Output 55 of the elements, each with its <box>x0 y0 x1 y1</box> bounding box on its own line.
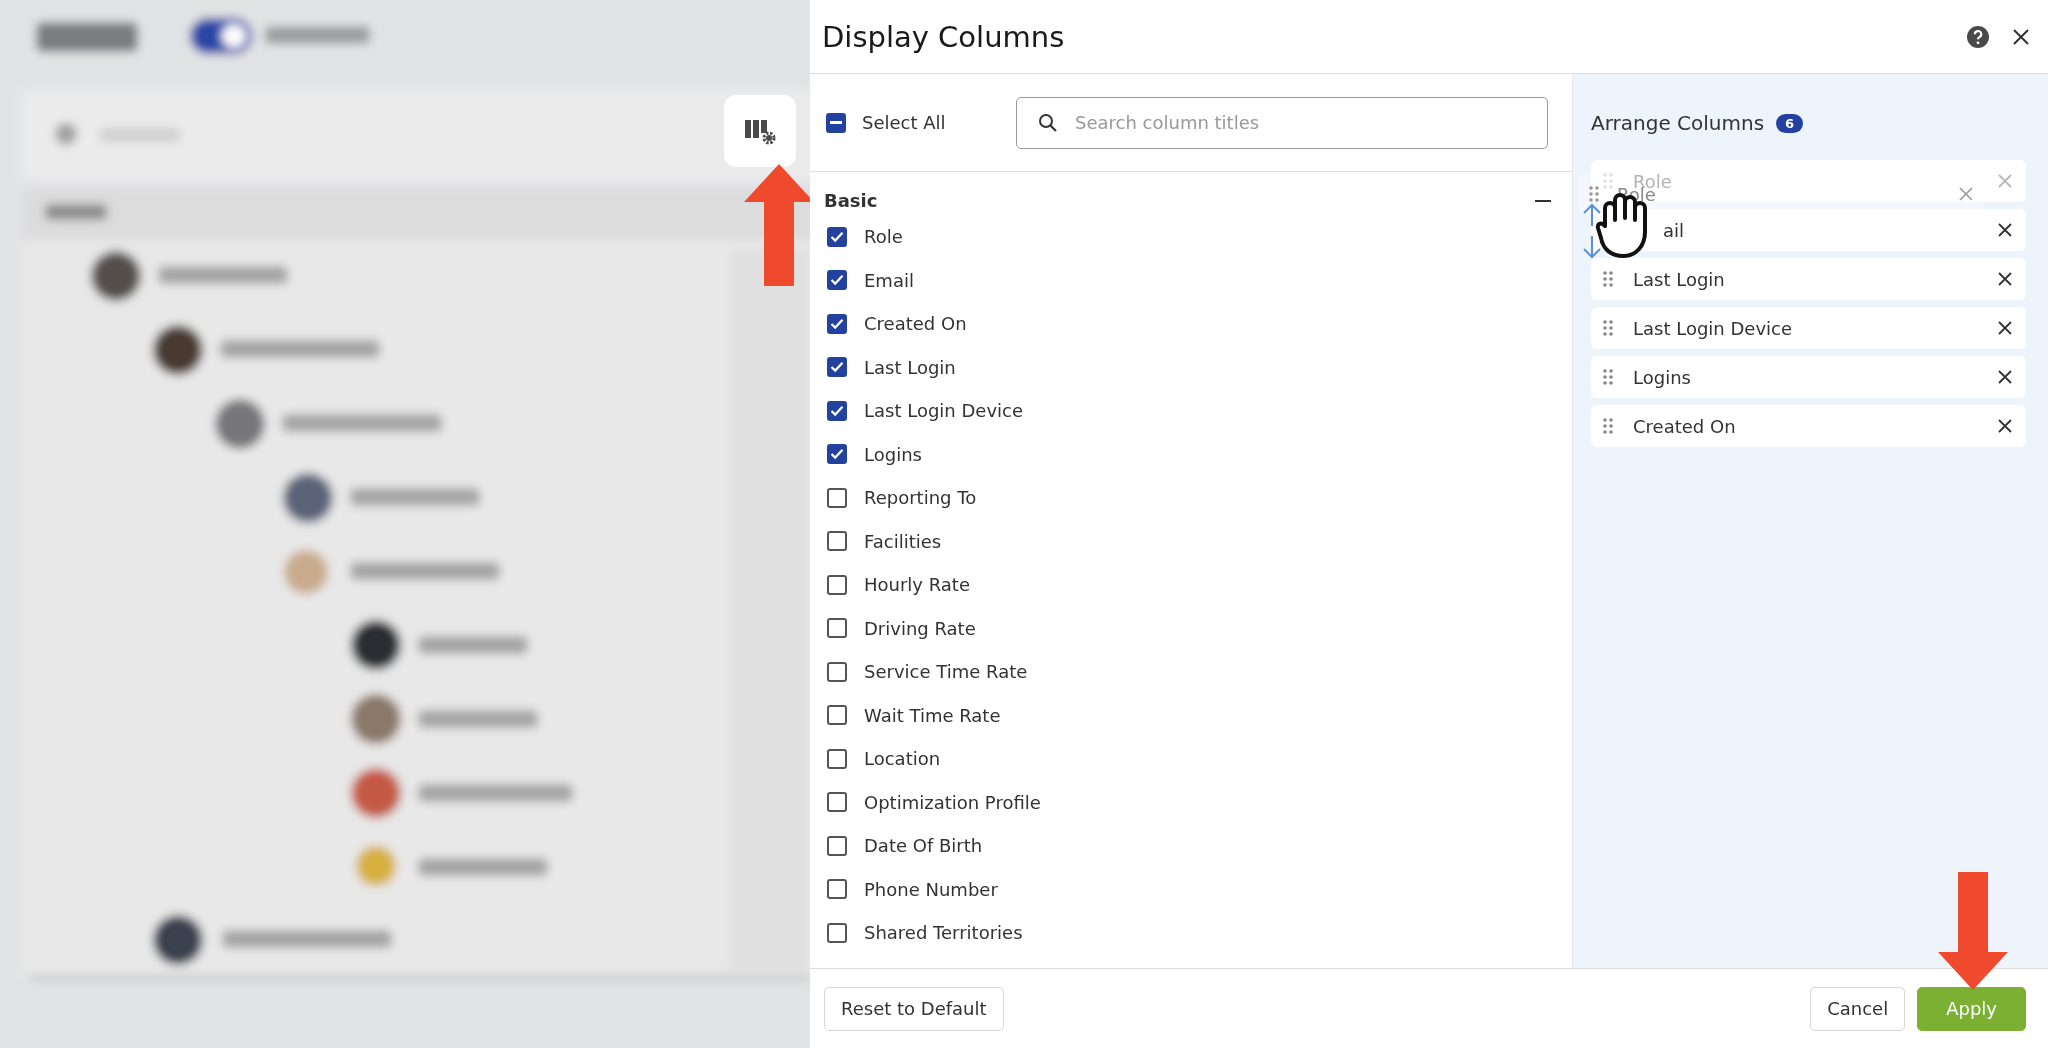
column-checkbox[interactable]: Last Login <box>827 345 956 389</box>
remove-icon[interactable] <box>1998 370 2012 384</box>
check-icon <box>830 274 844 287</box>
column-name: Logins <box>1633 366 1692 388</box>
column-checkbox[interactable]: Email <box>827 258 914 302</box>
check-icon <box>830 404 844 417</box>
check-icon <box>830 448 844 461</box>
close-icon[interactable] <box>2012 27 2030 46</box>
reset-button[interactable]: Reset to Default <box>824 986 1004 1031</box>
drag-handle-icon[interactable] <box>1603 418 1613 434</box>
remove-icon[interactable] <box>1998 321 2012 335</box>
up-down-arrows-icon <box>1581 202 1603 260</box>
column-name: Last Login <box>1633 268 1726 290</box>
column-checkbox[interactable]: Driving Rate <box>827 606 976 650</box>
column-checkbox[interactable]: Last Login Device <box>827 389 1024 433</box>
column-settings-button[interactable] <box>724 95 796 167</box>
remove-icon[interactable] <box>1998 419 2012 433</box>
panel-title: Arrange Columns <box>1591 111 1765 135</box>
column-name: Last Login Device <box>1633 317 1794 339</box>
drag-handle-icon[interactable] <box>1603 320 1613 336</box>
drag-handle-icon <box>1589 186 1599 202</box>
dialog-title: Display Columns <box>822 19 1066 54</box>
column-checkbox[interactable]: Phone Number <box>827 867 998 911</box>
column-checkbox[interactable]: Reporting To <box>827 476 977 520</box>
remove-icon[interactable] <box>1998 272 2012 286</box>
column-checkbox[interactable]: Created On <box>827 302 967 346</box>
column-list-item[interactable]: Last Login <box>1591 258 2026 300</box>
column-name: Created On <box>1633 415 1737 437</box>
check-icon <box>830 361 844 374</box>
column-list-item[interactable]: Logins <box>1591 356 2026 398</box>
column-list-item[interactable]: Last Login Device <box>1591 307 2026 349</box>
column-name: ail <box>1662 219 1686 241</box>
column-checkbox[interactable]: Service Time Rate <box>827 650 1028 694</box>
section-title: Basic <box>824 190 878 211</box>
cancel-button[interactable]: Cancel <box>1810 986 1906 1031</box>
check-icon <box>830 230 844 243</box>
count-badge: 6 <box>1776 113 1804 133</box>
column-checkbox[interactable]: Facilities <box>827 519 942 563</box>
column-checkbox[interactable]: Role <box>827 215 903 259</box>
remove-icon[interactable] <box>1998 223 2012 237</box>
drag-handle-icon[interactable] <box>1603 271 1613 287</box>
select-all-checkbox[interactable]: Select All <box>826 112 1016 133</box>
help-icon[interactable] <box>1966 24 1990 49</box>
column-checkbox[interactable]: Location <box>827 737 941 781</box>
column-list-item[interactable]: Created On <box>1591 405 2026 447</box>
column-checkbox[interactable]: Shared Territories <box>827 911 1023 955</box>
column-checkbox[interactable]: Date Of Birth <box>827 824 983 868</box>
column-checkbox[interactable]: Optimization Profile <box>827 780 1041 824</box>
remove-icon <box>1959 187 1973 201</box>
column-checkbox[interactable]: Logins <box>827 432 922 476</box>
drag-handle-icon[interactable] <box>1603 369 1613 385</box>
column-checkbox[interactable]: Hourly Rate <box>827 563 970 607</box>
search-field[interactable]: Search column titles <box>1016 96 1548 149</box>
column-checkbox[interactable]: Wait Time Rate <box>827 693 1001 737</box>
check-icon <box>830 317 844 330</box>
